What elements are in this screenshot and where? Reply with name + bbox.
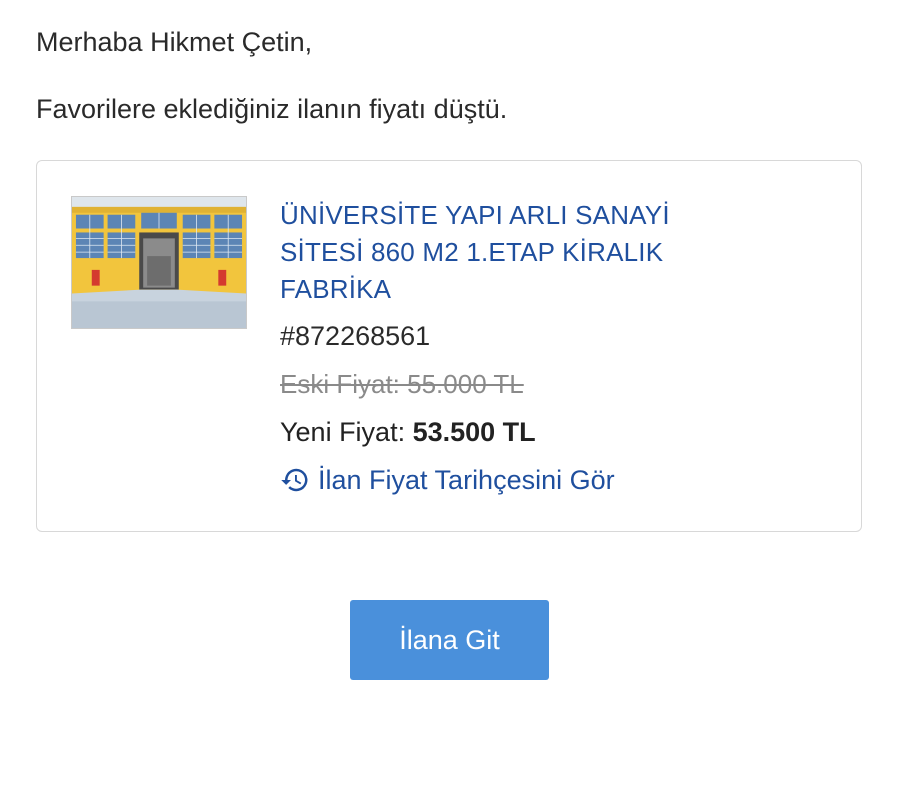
new-price-value: 53.500 TL (412, 417, 536, 447)
listing-title-line-1: ÜNİVERSİTE YAPI ARLI SANAYİ (280, 200, 670, 230)
greeting-text: Merhaba Hikmet Çetin, (36, 27, 313, 57)
listing-title-link[interactable]: ÜNİVERSİTE YAPI ARLI SANAYİ SİTESİ 860 M… (280, 197, 740, 308)
go-to-listing-button[interactable]: İlana Git (350, 600, 549, 680)
history-icon (280, 465, 310, 495)
listing-thumbnail[interactable] (71, 196, 247, 329)
price-history-label: İlan Fiyat Tarihçesini Gör (318, 465, 615, 495)
factory-image (72, 197, 246, 328)
listing-title-line-3: FABRİKA (280, 274, 392, 304)
old-price: Eski Fiyat: 55.000 TL (280, 369, 524, 399)
intro-text: Favorilere eklediğiniz ilanın fiyatı düş… (36, 94, 508, 124)
new-price-label: Yeni Fiyat: (280, 417, 413, 447)
new-price: Yeni Fiyat: 53.500 TL (280, 414, 740, 450)
ad-number: #872268561 (280, 321, 431, 351)
listing-card: ÜNİVERSİTE YAPI ARLI SANAYİ SİTESİ 860 M… (36, 160, 862, 532)
listing-title-line-2: SİTESİ 860 M2 1.ETAP KİRALIK (280, 237, 664, 267)
price-history-link[interactable]: İlan Fiyat Tarihçesini Gör (280, 462, 740, 498)
